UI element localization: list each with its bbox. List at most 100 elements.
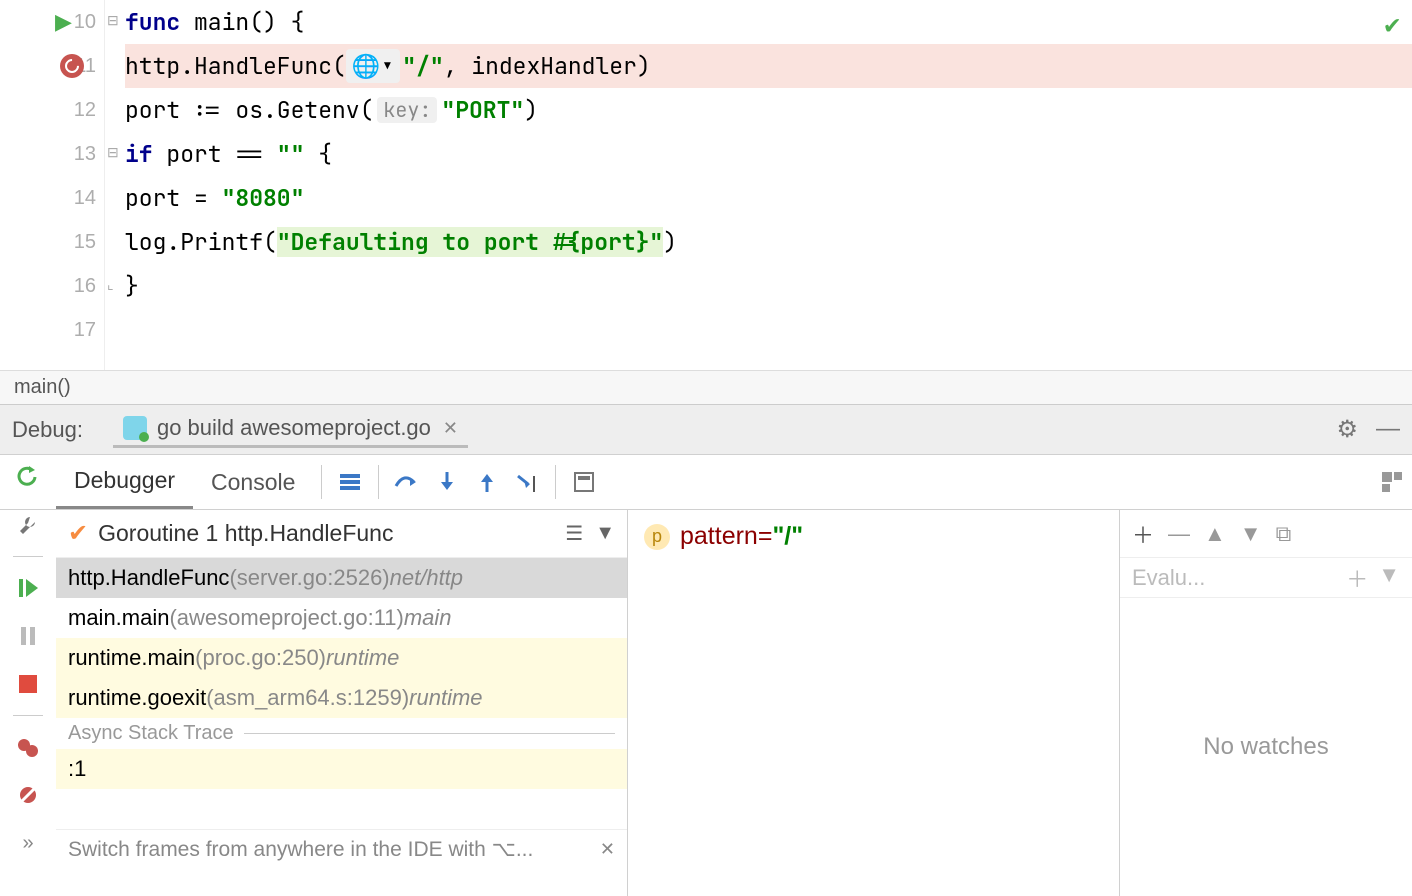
step-into-icon[interactable] [427,462,467,502]
code-token: } [125,271,139,301]
add-icon[interactable]: ＋ [1346,562,1368,594]
code-token: "PORT" [441,95,524,125]
chevron-down-icon[interactable]: ▼ [1378,562,1400,594]
separator [13,715,43,716]
frame-row[interactable]: runtime.main (proc.go:250) runtime [56,638,627,678]
frames-panel: ✔ Goroutine 1 http.HandleFunc ☰ ▼ http.H… [56,510,628,896]
frame-text: :1 [68,756,86,782]
line-number: 12 [74,99,96,122]
frame-row[interactable]: runtime.goexit (asm_arm64.s:1259) runtim… [56,678,627,718]
tab-debugger[interactable]: Debugger [56,455,193,509]
frame-loc: (server.go:2526) [229,565,389,591]
frame-pkg: runtime [409,685,482,711]
more-icon[interactable]: » [11,826,45,860]
globe-icon[interactable]: 🌐▾ [346,49,400,83]
code-token: main() { [180,7,304,37]
fold-start-icon[interactable]: ⊟ [107,144,119,161]
code-token: "Defaulting to port #{port}" [277,227,663,257]
code-token: , indexHandler) [444,51,651,81]
gopher-icon [123,416,147,440]
frames-header: ✔ Goroutine 1 http.HandleFunc ☰ ▼ [56,510,627,558]
frame-loc: (proc.go:250) [195,645,326,671]
tab-console[interactable]: Console [193,457,313,508]
close-tab-icon[interactable]: ✕ [443,418,458,439]
inspection-ok-icon[interactable]: ✔ [1384,6,1400,41]
code-token: http.HandleFunc( [125,51,346,81]
view-breakpoints-icon[interactable] [11,730,45,764]
frame-pkg: runtime [326,645,399,671]
rerun-icon[interactable] [11,460,45,494]
move-up-icon[interactable]: ▲ [1204,521,1226,547]
breadcrumb-item[interactable]: main() [14,376,71,399]
variable-row[interactable]: p pattern = "/" [644,522,1103,551]
pause-icon[interactable] [11,619,45,653]
minimize-icon[interactable]: — [1376,415,1400,444]
step-over-icon[interactable] [387,462,427,502]
close-tip-icon[interactable]: ✕ [600,839,615,860]
code-token: port := os.Getenv( [125,95,373,125]
evaluate-icon[interactable] [564,462,604,502]
debug-tabs-toolbar: Debugger Console [0,454,1412,510]
evaluate-input[interactable]: Evalu... ＋▼ [1120,558,1412,598]
remove-watch-icon[interactable]: — [1168,521,1190,547]
no-watches-text: No watches [1120,598,1412,896]
line-number: 13 [74,143,96,166]
async-label: Async Stack Trace [68,722,234,745]
code-token: port = [125,183,222,213]
move-down-icon[interactable]: ▼ [1240,521,1262,547]
code-token: "" [277,139,305,169]
run-config-tab[interactable]: go build awesomeproject.go ✕ [113,411,468,448]
fold-end-icon[interactable]: ⌞ [107,276,114,293]
param-badge-icon: p [644,524,670,550]
frame-fn: runtime.goexit [68,685,206,711]
dropdown-icon[interactable]: ▼ [595,522,615,545]
breakpoint-icon[interactable] [60,54,84,78]
breadcrumb[interactable]: main() [0,370,1412,404]
layout-icon[interactable] [1372,462,1412,502]
breakpoint-line[interactable]: http.HandleFunc(🌐▾"/", indexHandler) [125,44,1412,88]
separator [555,465,556,499]
separator [378,465,379,499]
debug-panels: ✔ Goroutine 1 http.HandleFunc ☰ ▼ http.H… [56,510,1412,896]
settings-icon[interactable]: ⚙ [1336,415,1358,444]
wrench-icon[interactable] [11,508,45,542]
step-out-icon[interactable] [467,462,507,502]
variable-value: "/" [772,522,803,551]
variables-panel[interactable]: p pattern = "/" [628,510,1120,896]
resume-icon[interactable] [11,571,45,605]
code-token: "/" [402,51,443,81]
copy-icon[interactable]: ⧉ [1276,521,1292,547]
line-number: 10 [74,11,96,34]
code-area[interactable]: ✔ func main() { http.HandleFunc(🌐▾"/", i… [125,0,1412,370]
frame-row[interactable]: :1 [56,749,627,789]
line-number: 16 [74,275,96,298]
side-toolbar: » [0,460,56,860]
fold-zone: ⊟ ⊟ ⌞ [105,0,125,370]
threads-icon[interactable] [330,462,370,502]
code-token: { [304,139,332,169]
run-to-cursor-icon[interactable] [507,462,547,502]
fold-start-icon[interactable]: ⊟ [107,12,119,29]
frame-row[interactable]: main.main (awesomeproject.go:11) main [56,598,627,638]
frame-loc: (asm_arm64.s:1259) [206,685,409,711]
line-number: 17 [74,319,96,342]
debug-toolbar: Debug: go build awesomeproject.go ✕ ⚙ — [0,404,1412,454]
separator [13,556,43,557]
code-editor: ▶10 11 12 13 14 15 16 17 ⊟ ⊟ ⌞ ✔ func ma… [0,0,1412,370]
separator [321,465,322,499]
code-token: "8080" [222,183,305,213]
filter-icon[interactable]: ☰ [565,521,583,546]
code-token: ) [524,95,538,125]
frame-row[interactable]: http.HandleFunc (server.go:2526) net/htt… [56,558,627,598]
code-token: log.Printf( [125,227,277,257]
goroutine-title[interactable]: Goroutine 1 http.HandleFunc [98,520,553,547]
mute-breakpoints-icon[interactable] [11,778,45,812]
code-token: if [125,139,153,169]
add-watch-icon[interactable]: ＋ [1132,518,1154,550]
frame-pkg: main [404,605,452,631]
run-gutter-icon[interactable]: ▶ [55,9,72,35]
frame-loc: (awesomeproject.go:11) [169,605,403,631]
stop-icon[interactable] [11,667,45,701]
code-token: ) [663,227,677,257]
check-icon: ✔ [68,519,88,548]
